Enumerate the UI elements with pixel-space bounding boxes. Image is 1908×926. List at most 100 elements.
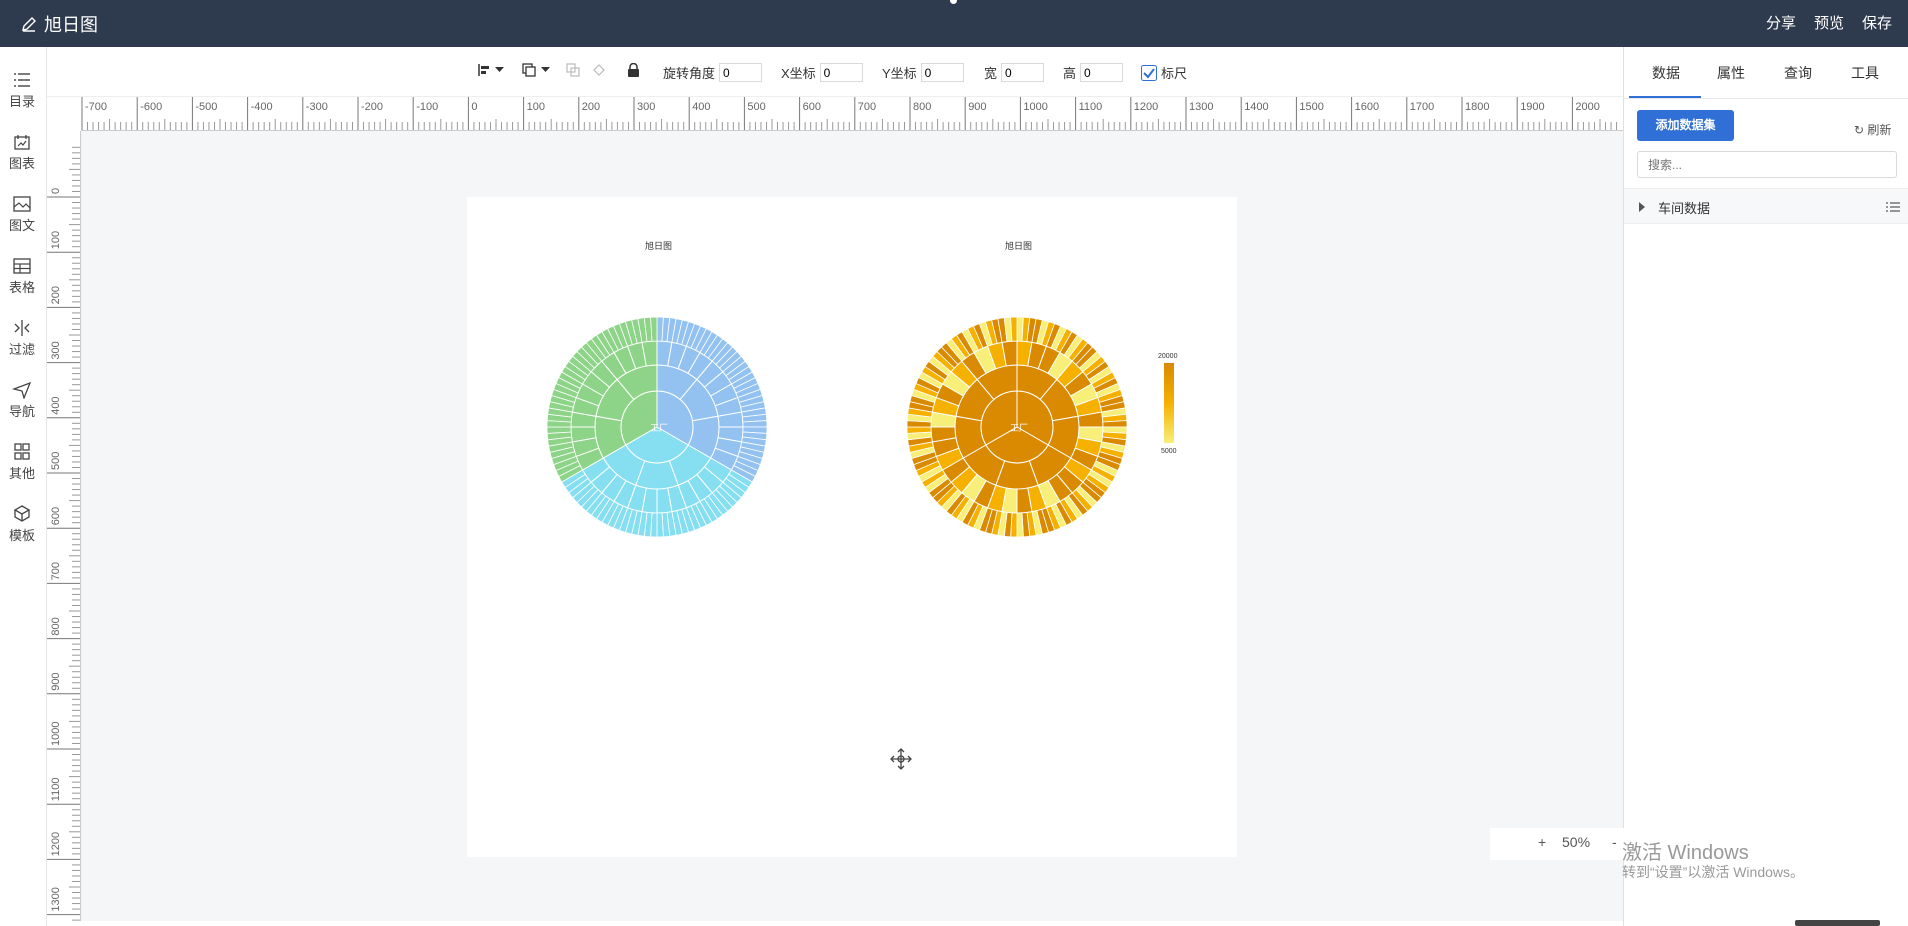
zoom-out-button[interactable]: - — [1612, 834, 1617, 850]
sidebar-item-label: 其他 — [8, 466, 35, 481]
layer-icon — [522, 63, 536, 77]
ruler-tick-label: -600 — [140, 101, 162, 113]
align-dropdown[interactable] — [477, 63, 504, 77]
ruler-tick-label: 900 — [968, 101, 986, 113]
ruler-tick-label: 1600 — [1355, 101, 1379, 113]
right-panel: 数据 属性 查询 工具 添加数据集 ↻ 刷新 车间数据 — [1623, 47, 1908, 926]
visual-map-bar[interactable] — [1164, 363, 1174, 443]
report-page[interactable]: 旭日图 工厂 旭日图 工厂 20000 5000 — [467, 197, 1237, 857]
dataset-row[interactable]: 车间数据 — [1624, 188, 1908, 224]
dataset-search-input[interactable] — [1637, 151, 1897, 178]
windows-watermark-title: 激活 Windows — [1622, 842, 1749, 864]
app-title-text: 旭日图 — [44, 15, 98, 35]
sunburst-segment[interactable] — [906, 426, 932, 434]
ruler-tick-label: -400 — [251, 101, 273, 113]
zoom-in-button[interactable]: + — [1538, 834, 1546, 850]
ruler-tick-label: 1100 — [1079, 101, 1103, 113]
edit-icon — [22, 17, 36, 32]
design-canvas[interactable]: 旭日图 工厂 旭日图 工厂 20000 5000 — [81, 131, 1623, 921]
sidebar-item-label: 导航 — [8, 404, 35, 419]
rotate-input[interactable] — [719, 63, 763, 82]
share-button[interactable]: 分享 — [1766, 12, 1796, 33]
height-input[interactable] — [1080, 63, 1124, 82]
image-text-icon — [13, 196, 31, 212]
x-input[interactable] — [819, 63, 863, 82]
ruler-tick-label: 400 — [50, 396, 62, 414]
ruler-tick-label: 1500 — [1299, 101, 1323, 113]
sidebar-item-image-text[interactable]: 图文 — [0, 195, 44, 245]
sidebar-item-label: 目录 — [8, 94, 35, 109]
sidebar-item-table[interactable]: 表格 — [0, 257, 44, 307]
left-sidebar: 目录 图表 图文 表格 过滤 导航 其他 模板 — [0, 47, 47, 926]
ruler-tick-label: 1800 — [1465, 101, 1489, 113]
y-input[interactable] — [920, 63, 964, 82]
caret-down-icon — [495, 67, 504, 72]
ruler-tick-label: 1700 — [1410, 101, 1434, 113]
group-button[interactable] — [566, 63, 581, 77]
taskbar-chip — [1795, 920, 1880, 926]
sunburst-segment[interactable] — [1010, 316, 1018, 342]
sidebar-item-catalog[interactable]: 目录 — [0, 71, 44, 121]
preview-button[interactable]: 预览 — [1814, 12, 1844, 33]
ruler-tick-label: 500 — [50, 452, 62, 470]
navigation-icon — [12, 381, 32, 399]
refresh-label: 刷新 — [1867, 123, 1892, 137]
sunburst-segment[interactable] — [1102, 420, 1128, 428]
tab-tools[interactable]: 工具 — [1851, 63, 1879, 83]
caret-right-icon[interactable] — [1638, 202, 1646, 212]
horizontal-ruler: -700 -600 -500 -400 -300 -200 -100 0 100 200 300 40… — [81, 97, 1623, 131]
top-handle — [950, 0, 957, 4]
sidebar-item-filter[interactable]: 过滤 — [0, 319, 44, 369]
tab-data[interactable]: 数据 — [1652, 63, 1680, 83]
vertical-ruler: 0 100 200 300 400 500 600 700 800 900 1000 1100 1200… — [47, 131, 81, 921]
sunburst-chart-left[interactable]: 旭日图工厂 — [467, 217, 852, 597]
sidebar-item-template[interactable]: 模板 — [0, 505, 44, 555]
layer-dropdown[interactable] — [522, 63, 550, 77]
move-cursor-icon — [890, 748, 912, 770]
sunburst-segment[interactable] — [656, 512, 664, 538]
sidebar-item-other[interactable]: 其他 — [0, 443, 44, 493]
y-label: Y坐标 — [882, 66, 917, 81]
align-left-icon — [478, 64, 489, 76]
ruler-tick-label: 1300 — [50, 887, 62, 911]
chart-icon — [14, 135, 30, 150]
ruler-tick-label: 700 — [50, 562, 62, 580]
lock-button[interactable] — [627, 63, 640, 77]
save-button[interactable]: 保存 — [1862, 12, 1892, 33]
ruler-tick-label: 2000 — [1575, 101, 1599, 113]
height-label: 高 — [1063, 66, 1077, 81]
sidebar-item-navigation[interactable]: 导航 — [0, 381, 44, 431]
tab-query[interactable]: 查询 — [1784, 63, 1812, 83]
refresh-button[interactable]: ↻ 刷新 — [1854, 121, 1891, 138]
checkbox-checked-icon[interactable] — [1141, 64, 1157, 81]
width-input[interactable] — [1001, 63, 1045, 82]
list-menu-icon[interactable] — [1886, 201, 1900, 213]
sunburst-segment[interactable] — [546, 426, 572, 434]
sunburst-segment[interactable] — [650, 316, 658, 342]
ruler-toggle[interactable]: 标尺 — [1141, 63, 1187, 82]
ruler-tick-label: 800 — [913, 101, 931, 113]
sidebar-item-label: 图文 — [8, 218, 35, 233]
list-icon — [14, 73, 30, 87]
ruler-tick-label: 1100 — [50, 778, 62, 802]
add-dataset-button[interactable]: 添加数据集 — [1637, 110, 1734, 141]
sunburst-segment[interactable] — [742, 420, 768, 428]
ruler-tick-label: 700 — [858, 101, 876, 113]
ruler-tick-label: 1000 — [50, 722, 62, 746]
sunburst-chart-right[interactable]: 旭日图工厂 20000 5000 — [852, 217, 1237, 597]
ruler-tick-label: -500 — [195, 101, 217, 113]
ruler-tick-label: 0 — [50, 188, 62, 194]
dataset-name: 车间数据 — [1658, 201, 1711, 216]
zoom-control: + 50% - — [1490, 828, 1640, 860]
app-title: 旭日图 — [20, 11, 98, 37]
tab-properties[interactable]: 属性 — [1717, 63, 1745, 83]
sunburst-segment[interactable] — [1016, 512, 1024, 538]
ungroup-button[interactable] — [592, 63, 607, 77]
visual-map-min-label: 5000 — [1161, 448, 1177, 455]
filter-icon — [14, 320, 30, 336]
sunburst-center-label: 工厂 — [650, 423, 668, 433]
sidebar-item-chart[interactable]: 图表 — [0, 133, 44, 183]
top-bar: 旭日图 分享 预览 保存 — [0, 0, 1908, 47]
ruler-tick-label: 900 — [50, 672, 62, 690]
ruler-tick-label: 600 — [803, 101, 821, 113]
